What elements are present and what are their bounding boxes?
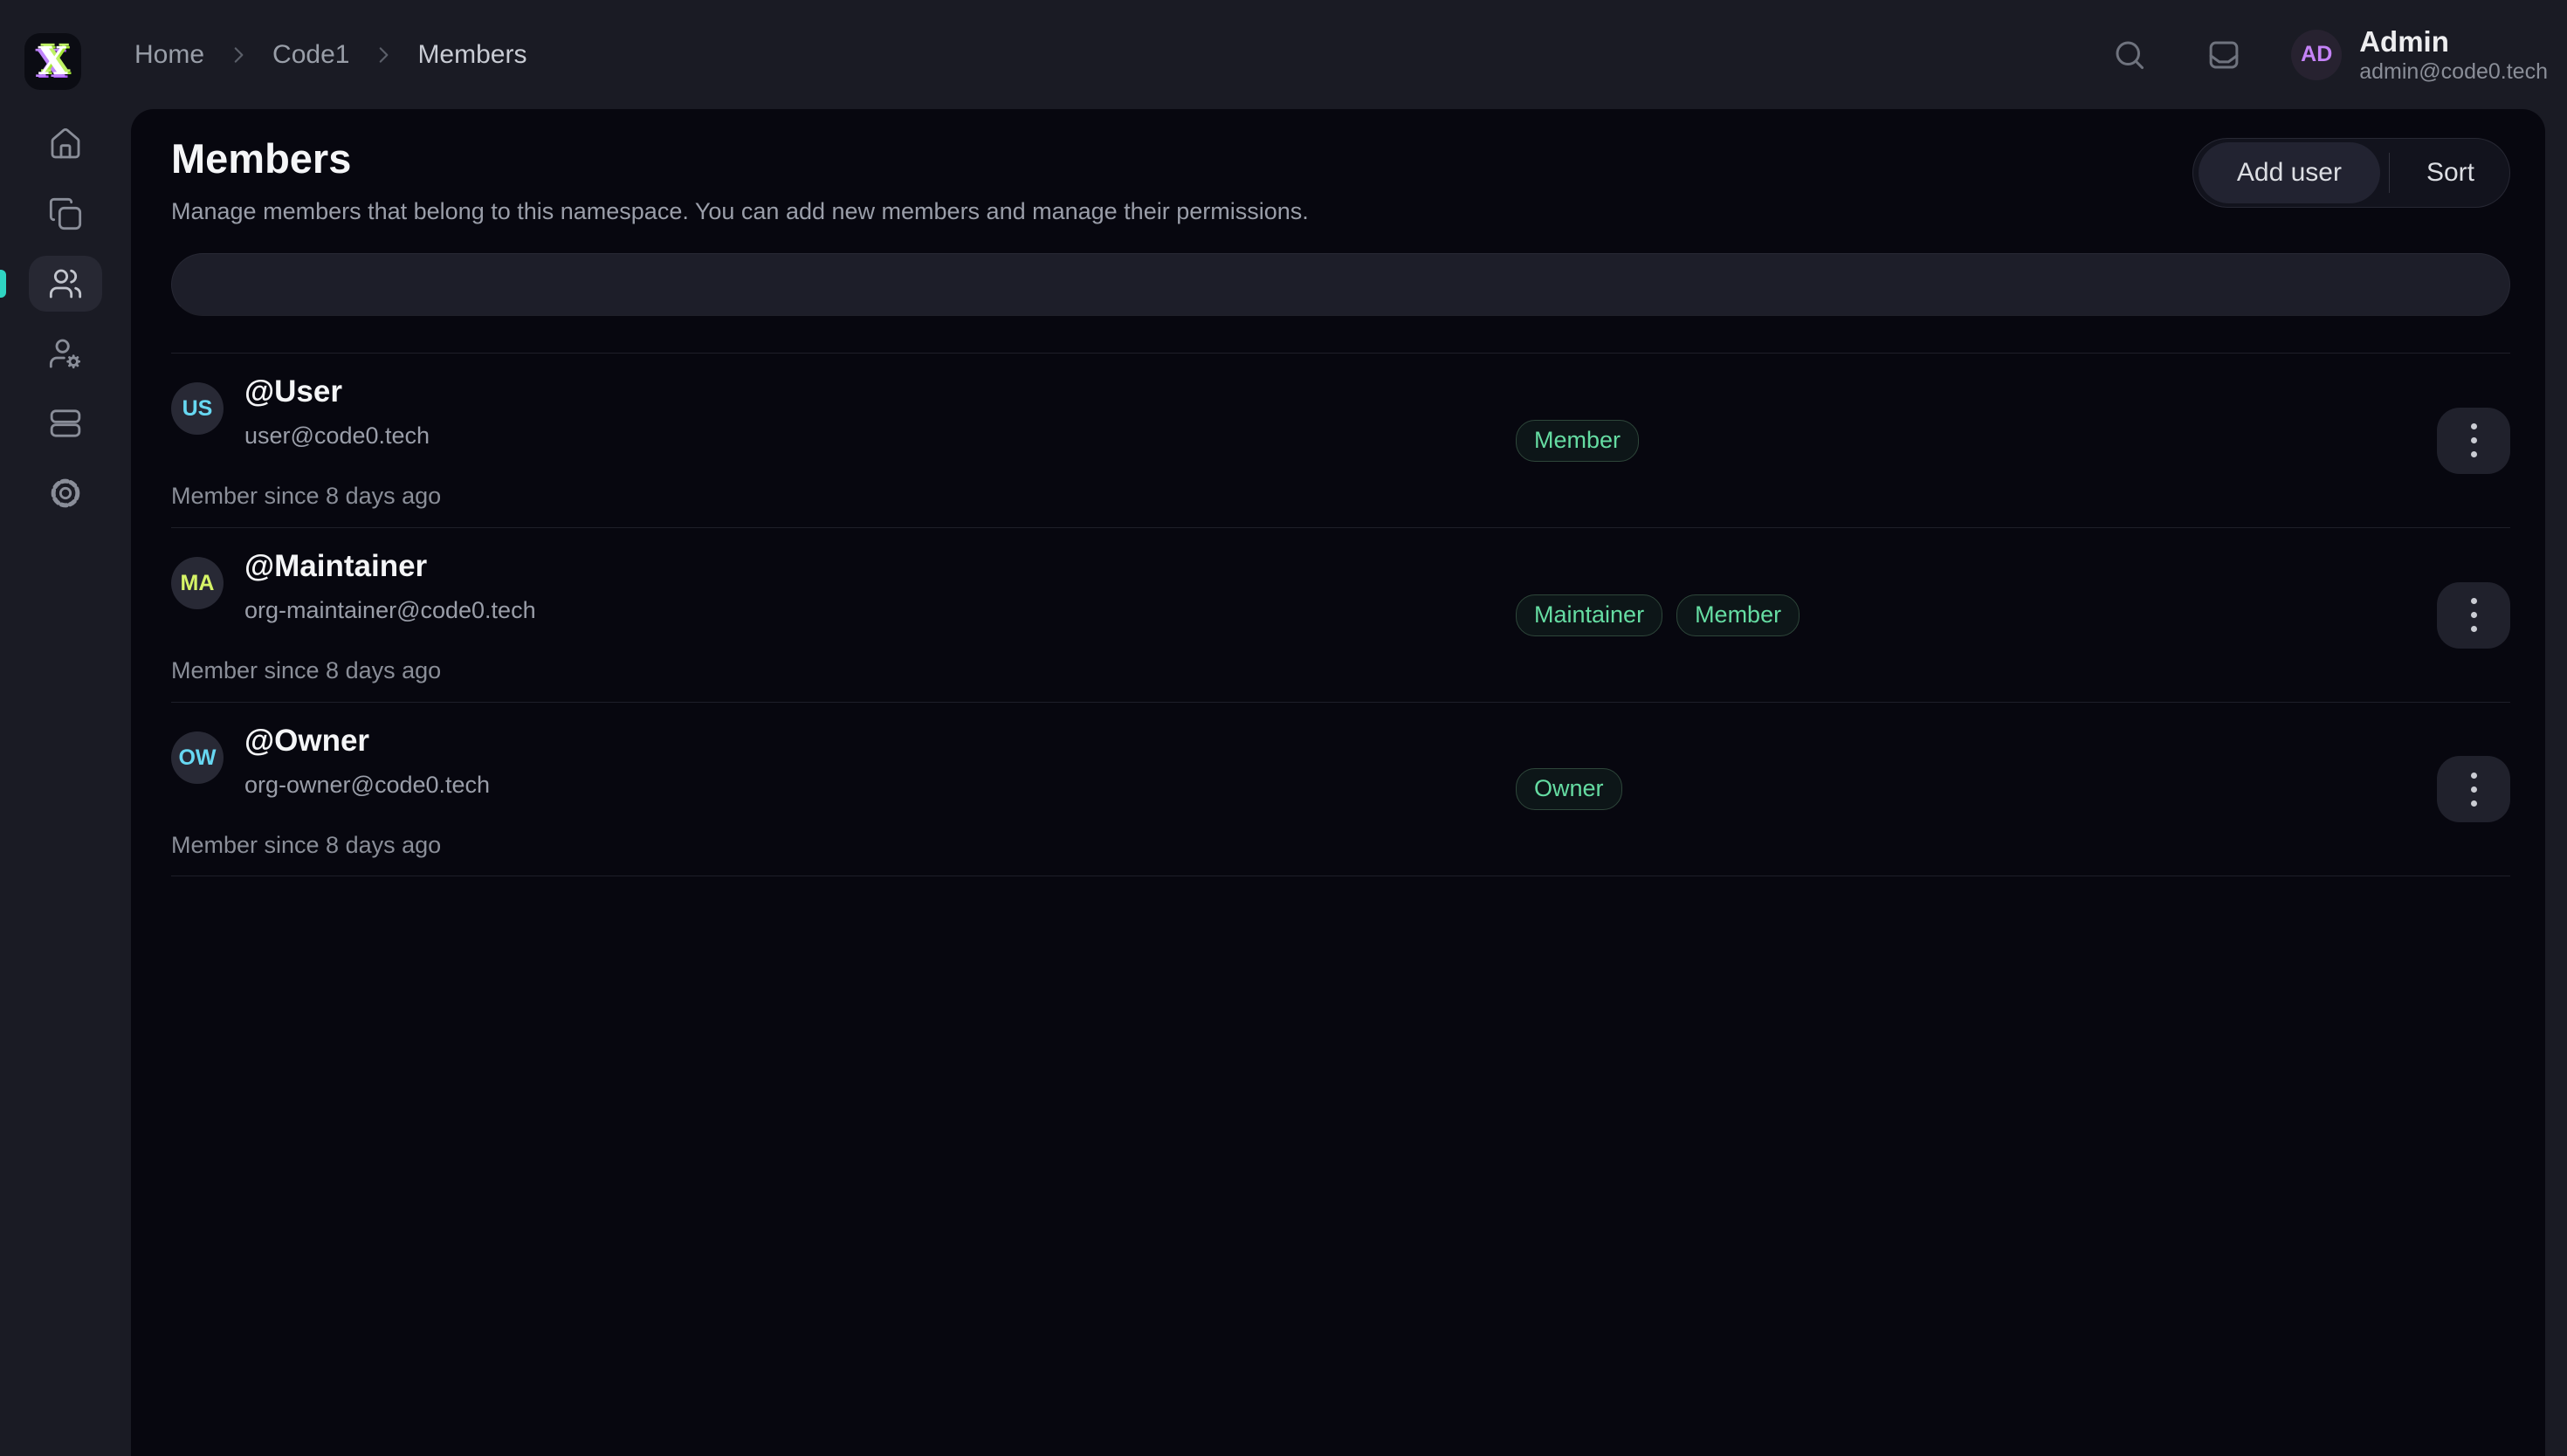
kebab-dot-icon (2471, 598, 2477, 604)
sidebar-item-home[interactable] (29, 109, 102, 179)
home-icon (48, 127, 83, 161)
servers-icon (48, 406, 83, 441)
members-panel: Members Manage members that belong to th… (131, 109, 2545, 1456)
avatar-initials: MA (181, 571, 215, 596)
projects-icon (48, 196, 83, 231)
kebab-dot-icon (2471, 626, 2477, 632)
member-email: org-maintainer@code0.tech (244, 599, 536, 622)
app-logo[interactable]: X (24, 33, 81, 90)
active-indicator (0, 270, 6, 298)
user-info[interactable]: Admin admin@code0.tech (2359, 27, 2548, 83)
role-badges: Member (1516, 420, 1639, 462)
member-handle[interactable]: @User (244, 376, 430, 407)
member-row: MA @Maintainer org-maintainer@code0.tech… (171, 527, 2510, 702)
kebab-dot-icon (2471, 800, 2477, 807)
page-subtitle: Manage members that belong to this names… (171, 196, 1309, 227)
avatar-initials: OW (178, 745, 216, 771)
role-badge: Member (1676, 594, 1800, 636)
breadcrumb-home[interactable]: Home (134, 40, 204, 70)
logo-x-icon: X (38, 43, 67, 81)
member-row: US @User user@code0.tech Member since 8 … (171, 353, 2510, 527)
page-title: Members (171, 138, 1309, 179)
segment-divider (2389, 153, 2390, 193)
member-row: OW @Owner org-owner@code0.tech Member si… (171, 702, 2510, 876)
avatar: MA (171, 557, 224, 609)
user-email: admin@code0.tech (2359, 61, 2548, 83)
add-user-button[interactable]: Add user (2199, 142, 2380, 203)
member-identity: @User user@code0.tech (244, 376, 430, 448)
inbox-icon[interactable] (2206, 37, 2242, 73)
member-email: user@code0.tech (244, 424, 430, 448)
topbar-right: AD Admin admin@code0.tech (2111, 0, 2548, 109)
topbar: X Home Code1 Members AD Admin admin@code… (0, 0, 2567, 109)
member-list: US @User user@code0.tech Member since 8 … (171, 353, 2510, 876)
sidebar (0, 109, 131, 1456)
member-search-input[interactable] (171, 253, 2510, 316)
kebab-dot-icon (2471, 612, 2477, 618)
user-name: Admin (2359, 27, 2548, 56)
role-badges: Maintainer Member (1516, 594, 1800, 636)
sidebar-item-user-settings[interactable] (29, 319, 102, 388)
breadcrumb: Home Code1 Members (134, 0, 526, 109)
row-menu-button[interactable] (2437, 582, 2510, 649)
member-handle[interactable]: @Owner (244, 725, 490, 756)
member-since: Member since 8 days ago (171, 832, 441, 859)
breadcrumb-namespace[interactable]: Code1 (272, 40, 349, 70)
settings-icon (48, 476, 83, 511)
avatar: US (171, 382, 224, 435)
member-since: Member since 8 days ago (171, 483, 441, 510)
chevron-right-icon (227, 44, 250, 66)
user-settings-icon (48, 336, 83, 371)
actions-segmented-control: Add user Sort (2192, 138, 2510, 208)
sidebar-item-servers[interactable] (29, 388, 102, 458)
kebab-dot-icon (2471, 423, 2477, 429)
user-avatar[interactable]: AD (2291, 30, 2342, 80)
members-icon (48, 266, 83, 301)
avatar: OW (171, 731, 224, 784)
row-menu-button[interactable] (2437, 408, 2510, 474)
avatar-initials: US (182, 396, 213, 422)
chevron-right-icon (372, 44, 395, 66)
role-badge: Owner (1516, 768, 1622, 810)
sidebar-item-members[interactable] (29, 256, 102, 312)
member-identity: @Maintainer org-maintainer@code0.tech (244, 551, 536, 622)
user-avatar-initials: AD (2301, 42, 2332, 67)
sidebar-item-settings[interactable] (29, 458, 102, 528)
kebab-dot-icon (2471, 773, 2477, 779)
sidebar-item-projects[interactable] (29, 179, 102, 249)
kebab-dot-icon (2471, 437, 2477, 443)
breadcrumb-members[interactable]: Members (417, 40, 526, 70)
kebab-dot-icon (2471, 786, 2477, 793)
sort-button[interactable]: Sort (2392, 139, 2509, 207)
search-icon[interactable] (2111, 37, 2148, 73)
role-badge: Member (1516, 420, 1639, 462)
member-identity: @Owner org-owner@code0.tech (244, 725, 490, 797)
role-badge: Maintainer (1516, 594, 1662, 636)
kebab-dot-icon (2471, 451, 2477, 457)
page-header: Members Manage members that belong to th… (171, 138, 1309, 227)
member-handle[interactable]: @Maintainer (244, 551, 536, 581)
member-since: Member since 8 days ago (171, 657, 441, 684)
row-menu-button[interactable] (2437, 756, 2510, 822)
member-email: org-owner@code0.tech (244, 773, 490, 797)
role-badges: Owner (1516, 768, 1622, 810)
